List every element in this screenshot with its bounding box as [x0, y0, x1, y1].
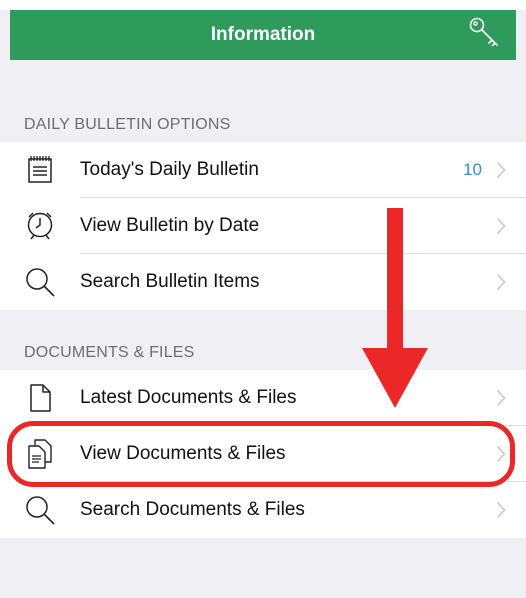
chevron-right-icon — [496, 217, 506, 235]
daily-bulletin-group: Today's Daily Bulletin 10 View Bulletin … — [0, 142, 526, 310]
annotation-highlight — [7, 421, 515, 487]
key-icon[interactable] — [468, 16, 502, 50]
count-badge: 10 — [463, 160, 482, 179]
row-todays-daily-bulletin[interactable]: Today's Daily Bulletin 10 — [0, 142, 526, 198]
row-latest-documents-files[interactable]: Latest Documents & Files — [0, 370, 526, 426]
section-header-documents-files: DOCUMENTS & FILES — [24, 344, 195, 361]
row-search-bulletin-items[interactable]: Search Bulletin Items — [0, 254, 526, 310]
section-header-daily-bulletin: DAILY BULLETIN OPTIONS — [24, 116, 231, 133]
row-view-bulletin-by-date[interactable]: View Bulletin by Date — [0, 198, 526, 254]
document-icon — [30, 384, 51, 412]
bulletin-icon — [28, 156, 52, 183]
chevron-right-icon — [496, 273, 506, 291]
chevron-right-icon — [496, 389, 506, 407]
search-icon — [26, 496, 55, 525]
navigation-bar: Information — [10, 10, 516, 60]
row-label: Today's Daily Bulletin — [80, 159, 259, 180]
search-icon — [26, 268, 55, 297]
clock-icon — [27, 212, 53, 240]
page-title: Information — [210, 24, 316, 45]
row-label: Search Documents & Files — [80, 499, 305, 520]
annotation-arrow — [362, 208, 428, 408]
row-search-documents-files[interactable]: Search Documents & Files — [0, 482, 526, 538]
chevron-right-icon — [496, 161, 506, 179]
row-label: Latest Documents & Files — [80, 387, 297, 408]
row-label: View Bulletin by Date — [80, 215, 260, 236]
row-label: Search Bulletin Items — [80, 271, 260, 292]
chevron-right-icon — [496, 501, 506, 519]
status-strip — [0, 0, 526, 10]
